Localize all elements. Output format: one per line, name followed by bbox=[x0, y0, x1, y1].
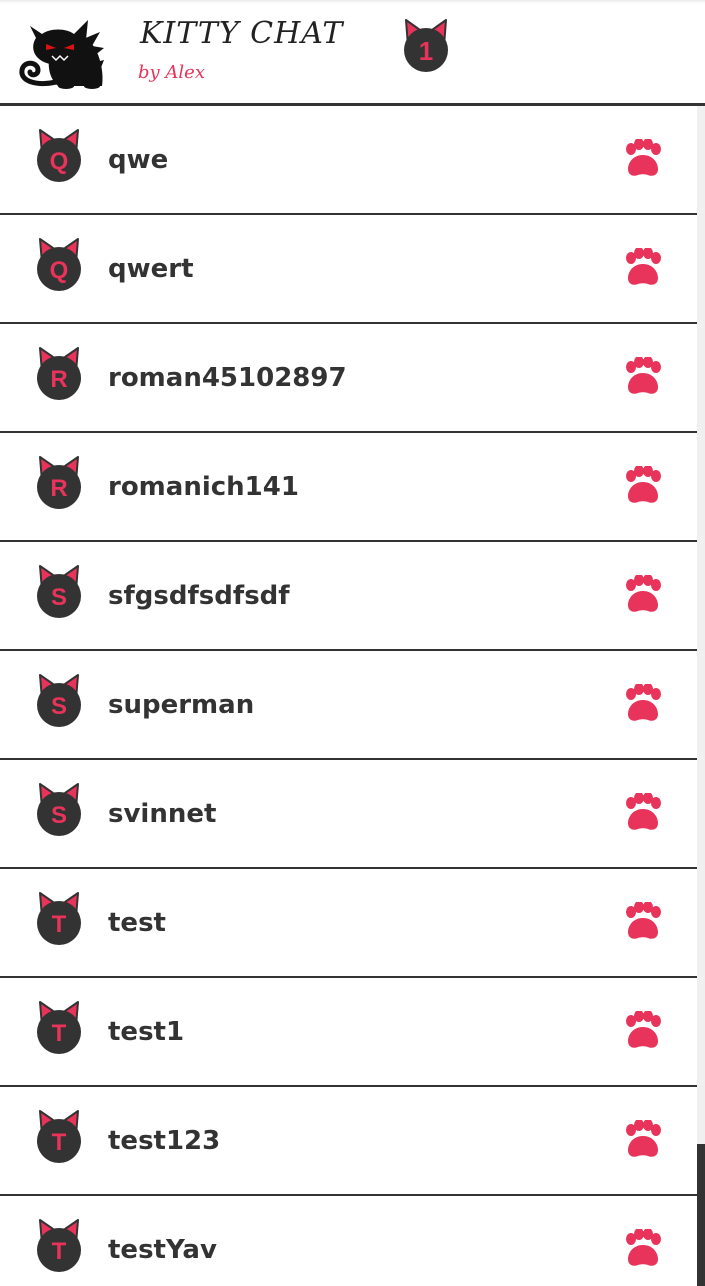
user-name: superman bbox=[108, 690, 255, 720]
app-title: KITTY CHAT bbox=[140, 16, 344, 51]
paw-icon[interactable] bbox=[622, 247, 664, 288]
paw-icon[interactable] bbox=[622, 574, 664, 615]
user-initial: S bbox=[51, 802, 67, 829]
user-avatar: Q bbox=[34, 235, 84, 293]
user-name: qwe bbox=[108, 145, 169, 175]
user-name: sfgsdfsdfsdf bbox=[108, 581, 290, 611]
user-name: roman45102897 bbox=[108, 363, 347, 393]
paw-icon[interactable] bbox=[622, 356, 664, 397]
notification-count: 1 bbox=[419, 36, 433, 66]
user-initial: Q bbox=[50, 148, 69, 175]
user-initial: R bbox=[50, 366, 67, 393]
user-row-sfgsdfsdfsdf[interactable]: S sfgsdfsdfsdf bbox=[0, 542, 697, 651]
user-avatar: T bbox=[34, 1107, 84, 1165]
user-name: test123 bbox=[108, 1126, 221, 1156]
user-avatar: T bbox=[34, 1216, 84, 1274]
user-row-test1[interactable]: T test1 bbox=[0, 978, 697, 1087]
user-avatar: T bbox=[34, 998, 84, 1056]
user-initial: R bbox=[50, 475, 67, 502]
user-avatar: T bbox=[34, 889, 84, 947]
paw-icon[interactable] bbox=[622, 1119, 664, 1160]
user-row-romanich141[interactable]: R romanich141 bbox=[0, 433, 697, 542]
user-avatar: S bbox=[34, 780, 84, 838]
app-subtitle: by Alex bbox=[138, 62, 205, 83]
user-avatar: S bbox=[34, 562, 84, 620]
user-name: romanich141 bbox=[108, 472, 299, 502]
scrollbar-track[interactable] bbox=[697, 106, 705, 1286]
user-initial: S bbox=[51, 693, 67, 720]
user-name: qwert bbox=[108, 254, 194, 284]
user-row-roman45102897[interactable]: R roman45102897 bbox=[0, 324, 697, 433]
user-initial: T bbox=[52, 911, 67, 938]
user-initial: T bbox=[52, 1020, 67, 1047]
paw-icon[interactable] bbox=[622, 683, 664, 724]
user-avatar: R bbox=[34, 453, 84, 511]
app-header: KITTY CHAT by Alex 1 bbox=[0, 0, 705, 106]
user-avatar: S bbox=[34, 671, 84, 729]
user-row-qwert[interactable]: Q qwert bbox=[0, 215, 697, 324]
paw-icon[interactable] bbox=[622, 901, 664, 942]
user-row-testYav[interactable]: T testYav bbox=[0, 1196, 697, 1280]
user-initial: Q bbox=[50, 257, 69, 284]
user-name: testYav bbox=[108, 1235, 217, 1265]
user-name: test1 bbox=[108, 1017, 185, 1047]
user-name: svinnet bbox=[108, 799, 217, 829]
paw-icon[interactable] bbox=[622, 792, 664, 833]
user-avatar: R bbox=[34, 344, 84, 402]
black-cat-logo-icon bbox=[16, 14, 106, 90]
notification-badge[interactable]: 1 bbox=[400, 16, 452, 76]
user-name: test bbox=[108, 908, 166, 938]
user-row-svinnet[interactable]: S svinnet bbox=[0, 760, 697, 869]
user-row-test123[interactable]: T test123 bbox=[0, 1087, 697, 1196]
user-initial: T bbox=[52, 1129, 67, 1156]
user-row-qwe[interactable]: Q qwe bbox=[0, 106, 697, 215]
user-list[interactable]: Q qwe Q qwert R roman45102897 R romanich… bbox=[0, 106, 697, 1280]
user-row-superman[interactable]: S superman bbox=[0, 651, 697, 760]
user-initial: S bbox=[51, 584, 67, 611]
user-row-test[interactable]: T test bbox=[0, 869, 697, 978]
user-avatar: Q bbox=[34, 126, 84, 184]
paw-icon[interactable] bbox=[622, 1228, 664, 1269]
user-initial: T bbox=[52, 1238, 67, 1265]
paw-icon[interactable] bbox=[622, 138, 664, 179]
paw-icon[interactable] bbox=[622, 465, 664, 506]
paw-icon[interactable] bbox=[622, 1010, 664, 1051]
scrollbar-thumb[interactable] bbox=[697, 1144, 705, 1286]
